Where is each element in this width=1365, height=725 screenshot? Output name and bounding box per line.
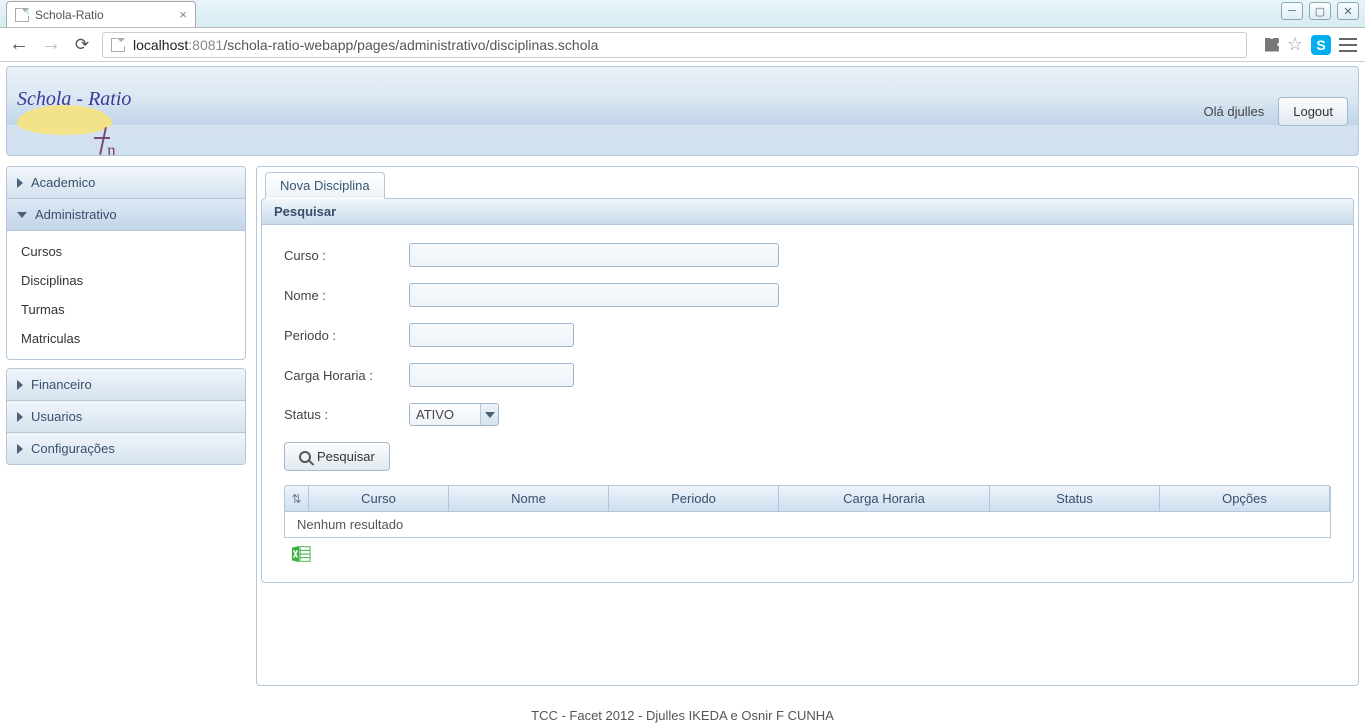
chevron-right-icon [17, 412, 23, 422]
label-curso: Curso : [284, 248, 409, 263]
sidebar-group-administrativo-items: Cursos Disciplinas Turmas Matriculas [7, 231, 245, 359]
select-status-value: ATIVO [410, 404, 480, 425]
label-nome: Nome : [284, 288, 409, 303]
browser-tab[interactable]: Schola-Ratio × [6, 1, 196, 27]
reload-button[interactable]: ⟳ [72, 35, 92, 55]
sidebar-group-usuarios[interactable]: Usuarios [7, 401, 245, 433]
sidebar-item-turmas[interactable]: Turmas [7, 295, 245, 324]
results-table-header: ⇅ Curso Nome Periodo Carga Horaria Statu… [284, 485, 1331, 512]
url-path: /schola-ratio-webapp/pages/administrativ… [223, 37, 598, 53]
sidebar-item-cursos[interactable]: Cursos [7, 237, 245, 266]
greeting-text: Olá djulles [1204, 104, 1265, 119]
tab-title: Schola-Ratio [35, 8, 104, 22]
chevron-right-icon [17, 444, 23, 454]
sidebar-item-matriculas[interactable]: Matriculas [7, 324, 245, 353]
select-status[interactable]: ATIVO [409, 403, 499, 426]
bookmark-icon[interactable]: ☆ [1287, 34, 1303, 55]
address-bar[interactable]: localhost:8081/schola-ratio-webapp/pages… [102, 32, 1247, 58]
input-curso[interactable] [409, 243, 779, 267]
export-excel-icon[interactable] [290, 544, 312, 564]
maximize-button[interactable]: ▢ [1309, 2, 1331, 20]
col-status[interactable]: Status [990, 486, 1160, 511]
logo: Schola - Ratio ŋ [17, 88, 131, 135]
label-carga-horaria: Carga Horaria : [284, 368, 409, 383]
back-button[interactable]: ← [8, 33, 30, 56]
main-content: Nova Disciplina Pesquisar Curso : Nome :… [256, 166, 1359, 686]
search-panel-title: Pesquisar [262, 199, 1353, 225]
forward-button[interactable]: → [40, 33, 62, 56]
footer-text: TCC - Facet 2012 - Djulles IKEDA e Osnir… [0, 708, 1365, 723]
close-tab-icon[interactable]: × [179, 7, 187, 22]
chevron-right-icon [17, 178, 23, 188]
close-window-button[interactable]: ✕ [1337, 2, 1359, 20]
input-nome[interactable] [409, 283, 779, 307]
sidebar-group-financeiro[interactable]: Financeiro [7, 369, 245, 401]
results-empty: Nenhum resultado [284, 512, 1331, 538]
label-periodo: Periodo : [284, 328, 409, 343]
search-icon [299, 451, 311, 463]
pesquisar-button[interactable]: Pesquisar [284, 442, 390, 471]
col-carga-horaria[interactable]: Carga Horaria [779, 486, 990, 511]
menu-icon[interactable] [1339, 38, 1357, 52]
sidebar-group-configuracoes[interactable]: Configurações [7, 433, 245, 464]
page-header: Schola - Ratio ŋ Olá djulles Logout [6, 66, 1359, 156]
tab-nova-disciplina[interactable]: Nova Disciplina [265, 172, 385, 199]
input-periodo[interactable] [409, 323, 574, 347]
chevron-down-icon [480, 404, 498, 425]
window-controls: ─ ▢ ✕ [1281, 2, 1359, 20]
col-curso[interactable]: Curso [309, 486, 449, 511]
search-panel: Pesquisar Curso : Nome : Periodo : [261, 198, 1354, 583]
url-port: :8081 [188, 37, 223, 53]
chevron-down-icon [17, 212, 27, 218]
sidebar: Academico Administrativo Cursos Discipli… [6, 166, 246, 473]
col-periodo[interactable]: Periodo [609, 486, 779, 511]
col-opcoes[interactable]: Opções [1160, 486, 1330, 511]
browser-toolbar: ← → ⟳ localhost:8081/schola-ratio-webapp… [0, 28, 1365, 62]
input-carga-horaria[interactable] [409, 363, 574, 387]
chevron-right-icon [17, 380, 23, 390]
logout-button[interactable]: Logout [1278, 97, 1348, 126]
sidebar-group-academico[interactable]: Academico [7, 167, 245, 199]
browser-tab-bar: Schola-Ratio × ─ ▢ ✕ [0, 0, 1365, 28]
sort-icon[interactable]: ⇅ [285, 486, 309, 511]
sidebar-group-administrativo[interactable]: Administrativo [7, 199, 245, 231]
page-icon [15, 8, 29, 22]
label-status: Status : [284, 407, 409, 422]
page-icon [111, 38, 125, 52]
extensions-icon[interactable] [1265, 38, 1279, 52]
col-nome[interactable]: Nome [449, 486, 609, 511]
skype-icon[interactable]: S [1311, 35, 1331, 55]
url-host: localhost [133, 37, 188, 53]
sidebar-item-disciplinas[interactable]: Disciplinas [7, 266, 245, 295]
minimize-button[interactable]: ─ [1281, 2, 1303, 20]
